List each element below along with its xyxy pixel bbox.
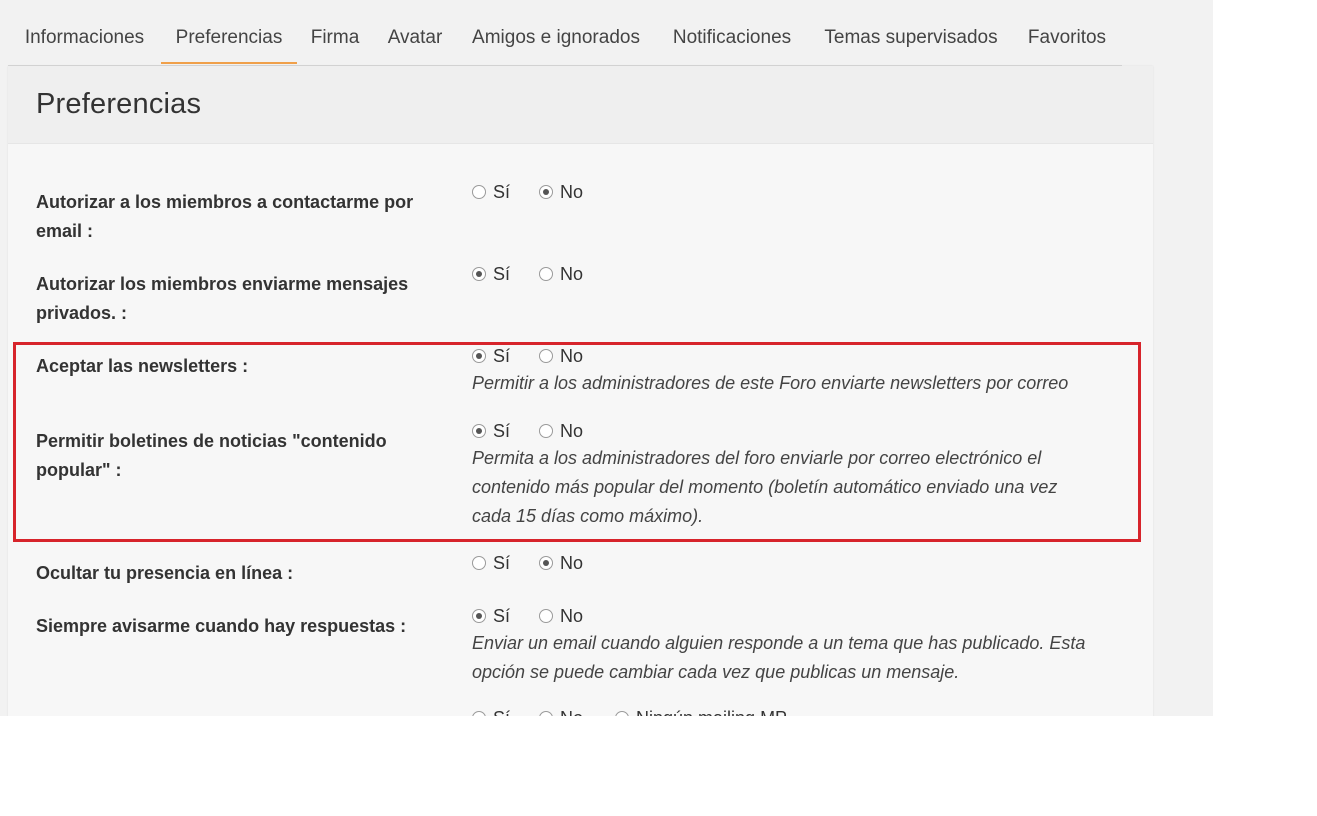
setting-label-contact-email: Autorizar a los miembros a contactarme p… (36, 188, 436, 246)
tab-firma[interactable]: Firma (299, 14, 371, 64)
radio-icon[interactable] (539, 349, 553, 363)
radio-icon[interactable] (539, 556, 553, 570)
help-line: opción se puede cambiar cada vez que pub… (472, 662, 960, 682)
setting-label-hide-online: Ocultar tu presencia en línea : (36, 559, 436, 588)
popular-content-yes-radio[interactable]: Sí (472, 419, 510, 443)
radio-icon[interactable] (539, 267, 553, 281)
radio-label: Ningún mailing MP (636, 708, 787, 717)
radio-label: No (560, 345, 584, 366)
tab-amigos-e-ignorados[interactable]: Amigos e ignorados (461, 14, 651, 64)
contact-email-no-radio[interactable]: No (539, 180, 583, 204)
radio-icon[interactable] (539, 185, 553, 199)
radio-icon[interactable] (615, 711, 629, 716)
radio-label: No (560, 552, 584, 573)
page-title: Preferencias (36, 88, 202, 120)
private-messages-no-radio[interactable]: No (539, 262, 583, 286)
tab-temas-supervisados[interactable]: Temas supervisados (813, 14, 1009, 64)
radio-label: Sí (493, 345, 511, 366)
setting-label-line: Autorizar los miembros enviarme mensajes (36, 274, 409, 294)
hide-online-yes-radio[interactable]: Sí (472, 551, 510, 575)
setting-label-line: email : (36, 221, 94, 241)
private-messages-yes-radio[interactable]: Sí (472, 262, 510, 286)
popular-content-no-radio[interactable]: No (539, 419, 583, 443)
hide-online-no-radio[interactable]: No (539, 551, 583, 575)
mailing-no-radio[interactable]: No (539, 706, 583, 716)
help-line: cada 15 días como máximo). (472, 506, 704, 526)
radio-icon[interactable] (472, 267, 486, 281)
tab-informaciones[interactable]: Informaciones (8, 14, 161, 64)
setting-label-private-messages: Autorizar los miembros enviarme mensajes… (36, 270, 436, 328)
profile-tabs: Informaciones Preferencias Firma Avatar … (8, 14, 1122, 66)
radio-label: Sí (493, 552, 511, 573)
radio-icon[interactable] (472, 556, 486, 570)
newsletters-no-radio[interactable]: No (539, 344, 583, 368)
setting-label-line: Autorizar a los miembros a contactarme p… (36, 192, 414, 212)
radio-label: Sí (493, 605, 511, 626)
setting-label-line: Ocultar tu presencia en línea : (36, 563, 294, 583)
mailing-none-radio[interactable]: Ningún mailing MP (615, 706, 787, 716)
radio-icon[interactable] (539, 424, 553, 438)
help-line: contenido más popular del momento (bolet… (472, 477, 1058, 497)
help-line: Permitir a los administradores de este F… (472, 373, 1069, 393)
tab-notificaciones[interactable]: Notificaciones (661, 14, 803, 64)
tab-avatar[interactable]: Avatar (375, 14, 455, 64)
radio-label: No (560, 420, 584, 441)
mailing-yes-radio[interactable]: Sí (472, 706, 510, 716)
help-line: Enviar un email cuando alguien responde … (472, 633, 1086, 653)
radio-icon[interactable] (539, 609, 553, 623)
newsletters-help-text: Permitir a los administradores de este F… (472, 369, 1122, 398)
notify-replies-help-text: Enviar un email cuando alguien responde … (472, 629, 1122, 687)
radio-icon[interactable] (472, 609, 486, 623)
radio-icon[interactable] (539, 711, 553, 716)
tab-favoritos[interactable]: Favoritos (1019, 14, 1115, 64)
tab-preferencias[interactable]: Preferencias (161, 14, 297, 64)
setting-label-line: Siempre avisarme cuando hay respuestas : (36, 616, 407, 636)
setting-label-line: privados. : (36, 303, 128, 323)
radio-label: Sí (493, 420, 511, 441)
radio-label: Sí (493, 181, 511, 202)
notify-replies-no-radio[interactable]: No (539, 604, 583, 628)
contact-email-yes-radio[interactable]: Sí (472, 180, 510, 204)
radio-icon[interactable] (472, 185, 486, 199)
panel-header: Preferencias (8, 66, 1153, 144)
radio-label: Sí (493, 708, 510, 717)
radio-label: No (560, 181, 584, 202)
viewport: Informaciones Preferencias Firma Avatar … (0, 0, 1213, 716)
setting-label-line: Aceptar las newsletters : (36, 356, 249, 376)
radio-icon[interactable] (472, 711, 486, 716)
popular-content-help-text: Permita a los administradores del foro e… (472, 444, 1122, 531)
setting-label-notify-replies: Siempre avisarme cuando hay respuestas : (36, 612, 436, 641)
radio-label: No (560, 605, 584, 626)
setting-label-popular-content: Permitir boletines de noticias "contenid… (36, 427, 436, 485)
radio-label: No (560, 263, 584, 284)
help-line: Permita a los administradores del foro e… (472, 448, 1042, 468)
radio-label: Sí (493, 263, 511, 284)
setting-label-line: popular" : (36, 460, 122, 480)
radio-icon[interactable] (472, 424, 486, 438)
radio-icon[interactable] (472, 349, 486, 363)
newsletters-yes-radio[interactable]: Sí (472, 344, 510, 368)
setting-label-line: Permitir boletines de noticias "contenid… (36, 431, 387, 451)
setting-label-newsletters: Aceptar las newsletters : (36, 352, 436, 381)
notify-replies-yes-radio[interactable]: Sí (472, 604, 510, 628)
radio-label: No (560, 708, 583, 717)
